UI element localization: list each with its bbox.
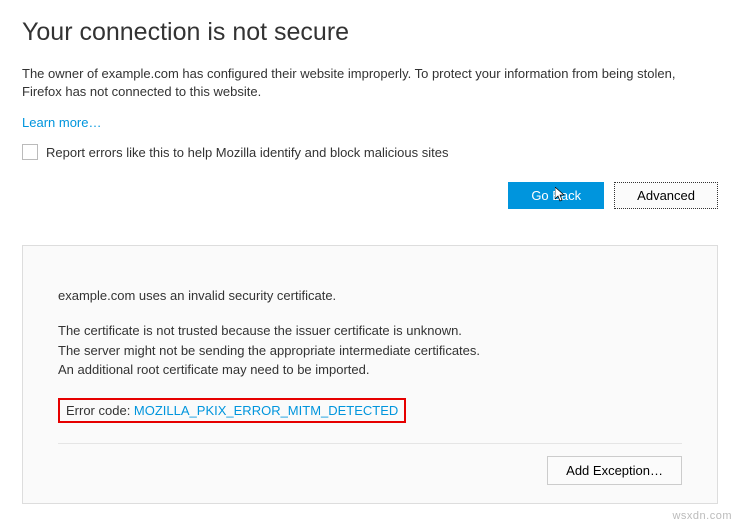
watermark: wsxdn.com [672, 510, 732, 522]
page-title: Your connection is not secure [22, 18, 718, 47]
report-errors-checkbox[interactable] [22, 144, 38, 160]
report-errors-label: Report errors like this to help Mozilla … [46, 145, 448, 160]
cert-info-line: The server might not be sending the appr… [58, 341, 682, 361]
error-description: The owner of example.com has configured … [22, 65, 718, 101]
learn-more-link[interactable]: Learn more… [22, 115, 101, 130]
exception-row: Add Exception… [58, 443, 682, 485]
add-exception-button[interactable]: Add Exception… [547, 456, 682, 485]
go-back-button[interactable]: Go Back [508, 182, 604, 209]
go-back-label: Go Back [531, 188, 581, 203]
error-code-highlight: Error code: MOZILLA_PKIX_ERROR_MITM_DETE… [58, 398, 406, 423]
error-code-label: Error code: [66, 403, 134, 418]
cert-summary: example.com uses an invalid security cer… [58, 288, 682, 303]
report-errors-row: Report errors like this to help Mozilla … [22, 144, 718, 160]
cert-info-line: The certificate is not trusted because t… [58, 321, 682, 341]
button-row: Go Back Advanced [22, 182, 718, 209]
cert-info-block: The certificate is not trusted because t… [58, 321, 682, 380]
advanced-button[interactable]: Advanced [614, 182, 718, 209]
error-code-link[interactable]: MOZILLA_PKIX_ERROR_MITM_DETECTED [134, 403, 398, 418]
certificate-details-panel: example.com uses an invalid security cer… [22, 245, 718, 504]
cert-info-line: An additional root certificate may need … [58, 360, 682, 380]
